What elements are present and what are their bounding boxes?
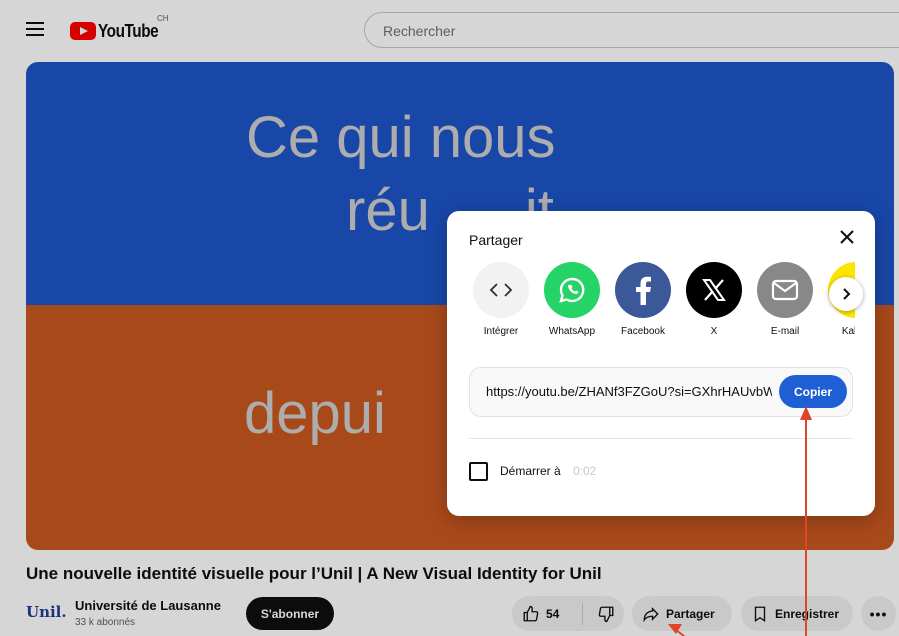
like-count: 54 — [546, 606, 560, 621]
start-at-label: Démarrer à — [500, 464, 561, 478]
video-text-line2-start: réu — [346, 178, 430, 243]
hamburger-menu-icon[interactable] — [26, 22, 44, 36]
video-text-line1: Ce qui nous — [246, 105, 556, 170]
embed-icon — [489, 283, 513, 297]
share-dialog-title: Partager — [469, 232, 523, 248]
share-target-label: Facebook — [621, 326, 665, 337]
share-label: Partager — [666, 606, 715, 621]
search-box[interactable] — [364, 12, 899, 48]
search-input[interactable] — [381, 22, 785, 40]
share-target-x[interactable]: X — [686, 262, 742, 337]
share-url-text[interactable]: https://youtu.be/ZHANf3FZGoU?si=GXhrHAUv… — [486, 384, 772, 399]
more-actions-button[interactable]: ••• — [861, 596, 896, 631]
copy-button[interactable]: Copier — [779, 375, 847, 408]
share-button[interactable]: Partager — [632, 596, 732, 631]
youtube-logo-text: YouTube — [98, 20, 159, 41]
subscriber-count: 33 k abonnés — [75, 617, 136, 628]
share-url-box: https://youtu.be/ZHANf3FZGoU?si=GXhrHAUv… — [469, 367, 853, 417]
like-button[interactable]: 54 — [512, 602, 583, 625]
start-at-checkbox[interactable] — [469, 462, 488, 481]
save-label: Enregistrer — [775, 606, 840, 621]
thumbs-up-icon — [523, 605, 539, 621]
facebook-icon — [636, 276, 651, 305]
youtube-logo[interactable]: YouTube — [70, 20, 169, 42]
video-title: Une nouvelle identité visuelle pour l’Un… — [26, 564, 602, 583]
dislike-button[interactable] — [583, 605, 615, 623]
divider — [469, 438, 853, 439]
like-dislike-group: 54 — [512, 596, 624, 631]
share-arrow-icon — [643, 606, 659, 622]
save-button[interactable]: Enregistrer — [741, 596, 853, 631]
x-icon — [702, 279, 726, 301]
share-target-label: E-mail — [770, 326, 800, 337]
top-bar: YouTube CH — [0, 0, 899, 58]
share-target-facebook[interactable]: Facebook — [615, 262, 671, 337]
scroll-next-button[interactable] — [829, 277, 863, 311]
email-icon — [771, 279, 799, 301]
share-targets-row: Intégrer WhatsApp Facebook X E-mail Ka — [473, 262, 855, 347]
whatsapp-icon — [559, 277, 585, 303]
share-target-label: X — [710, 326, 718, 337]
share-target-whatsapp[interactable]: WhatsApp — [544, 262, 600, 337]
video-text-line3: depui — [244, 381, 386, 446]
share-target-label: Intégrer — [483, 326, 519, 337]
channel-name[interactable]: Université de Lausanne — [75, 598, 221, 613]
chevron-right-icon — [843, 288, 851, 300]
bookmark-icon — [754, 606, 766, 622]
close-icon[interactable] — [837, 227, 857, 247]
share-dialog: Partager Intégrer WhatsApp Facebook X E-… — [447, 211, 875, 516]
share-target-embed[interactable]: Intégrer — [473, 262, 529, 337]
share-target-email[interactable]: E-mail — [757, 262, 813, 337]
youtube-play-icon — [70, 22, 96, 40]
country-code: CH — [157, 14, 169, 23]
share-target-label: Kakao — [841, 326, 855, 337]
share-target-label: WhatsApp — [548, 326, 596, 337]
subscribe-button[interactable]: S'abonner — [246, 597, 334, 630]
channel-logo[interactable]: Unil. — [26, 603, 67, 621]
start-time-value[interactable]: 0:02 — [573, 464, 596, 478]
thumbs-down-icon — [598, 606, 614, 622]
